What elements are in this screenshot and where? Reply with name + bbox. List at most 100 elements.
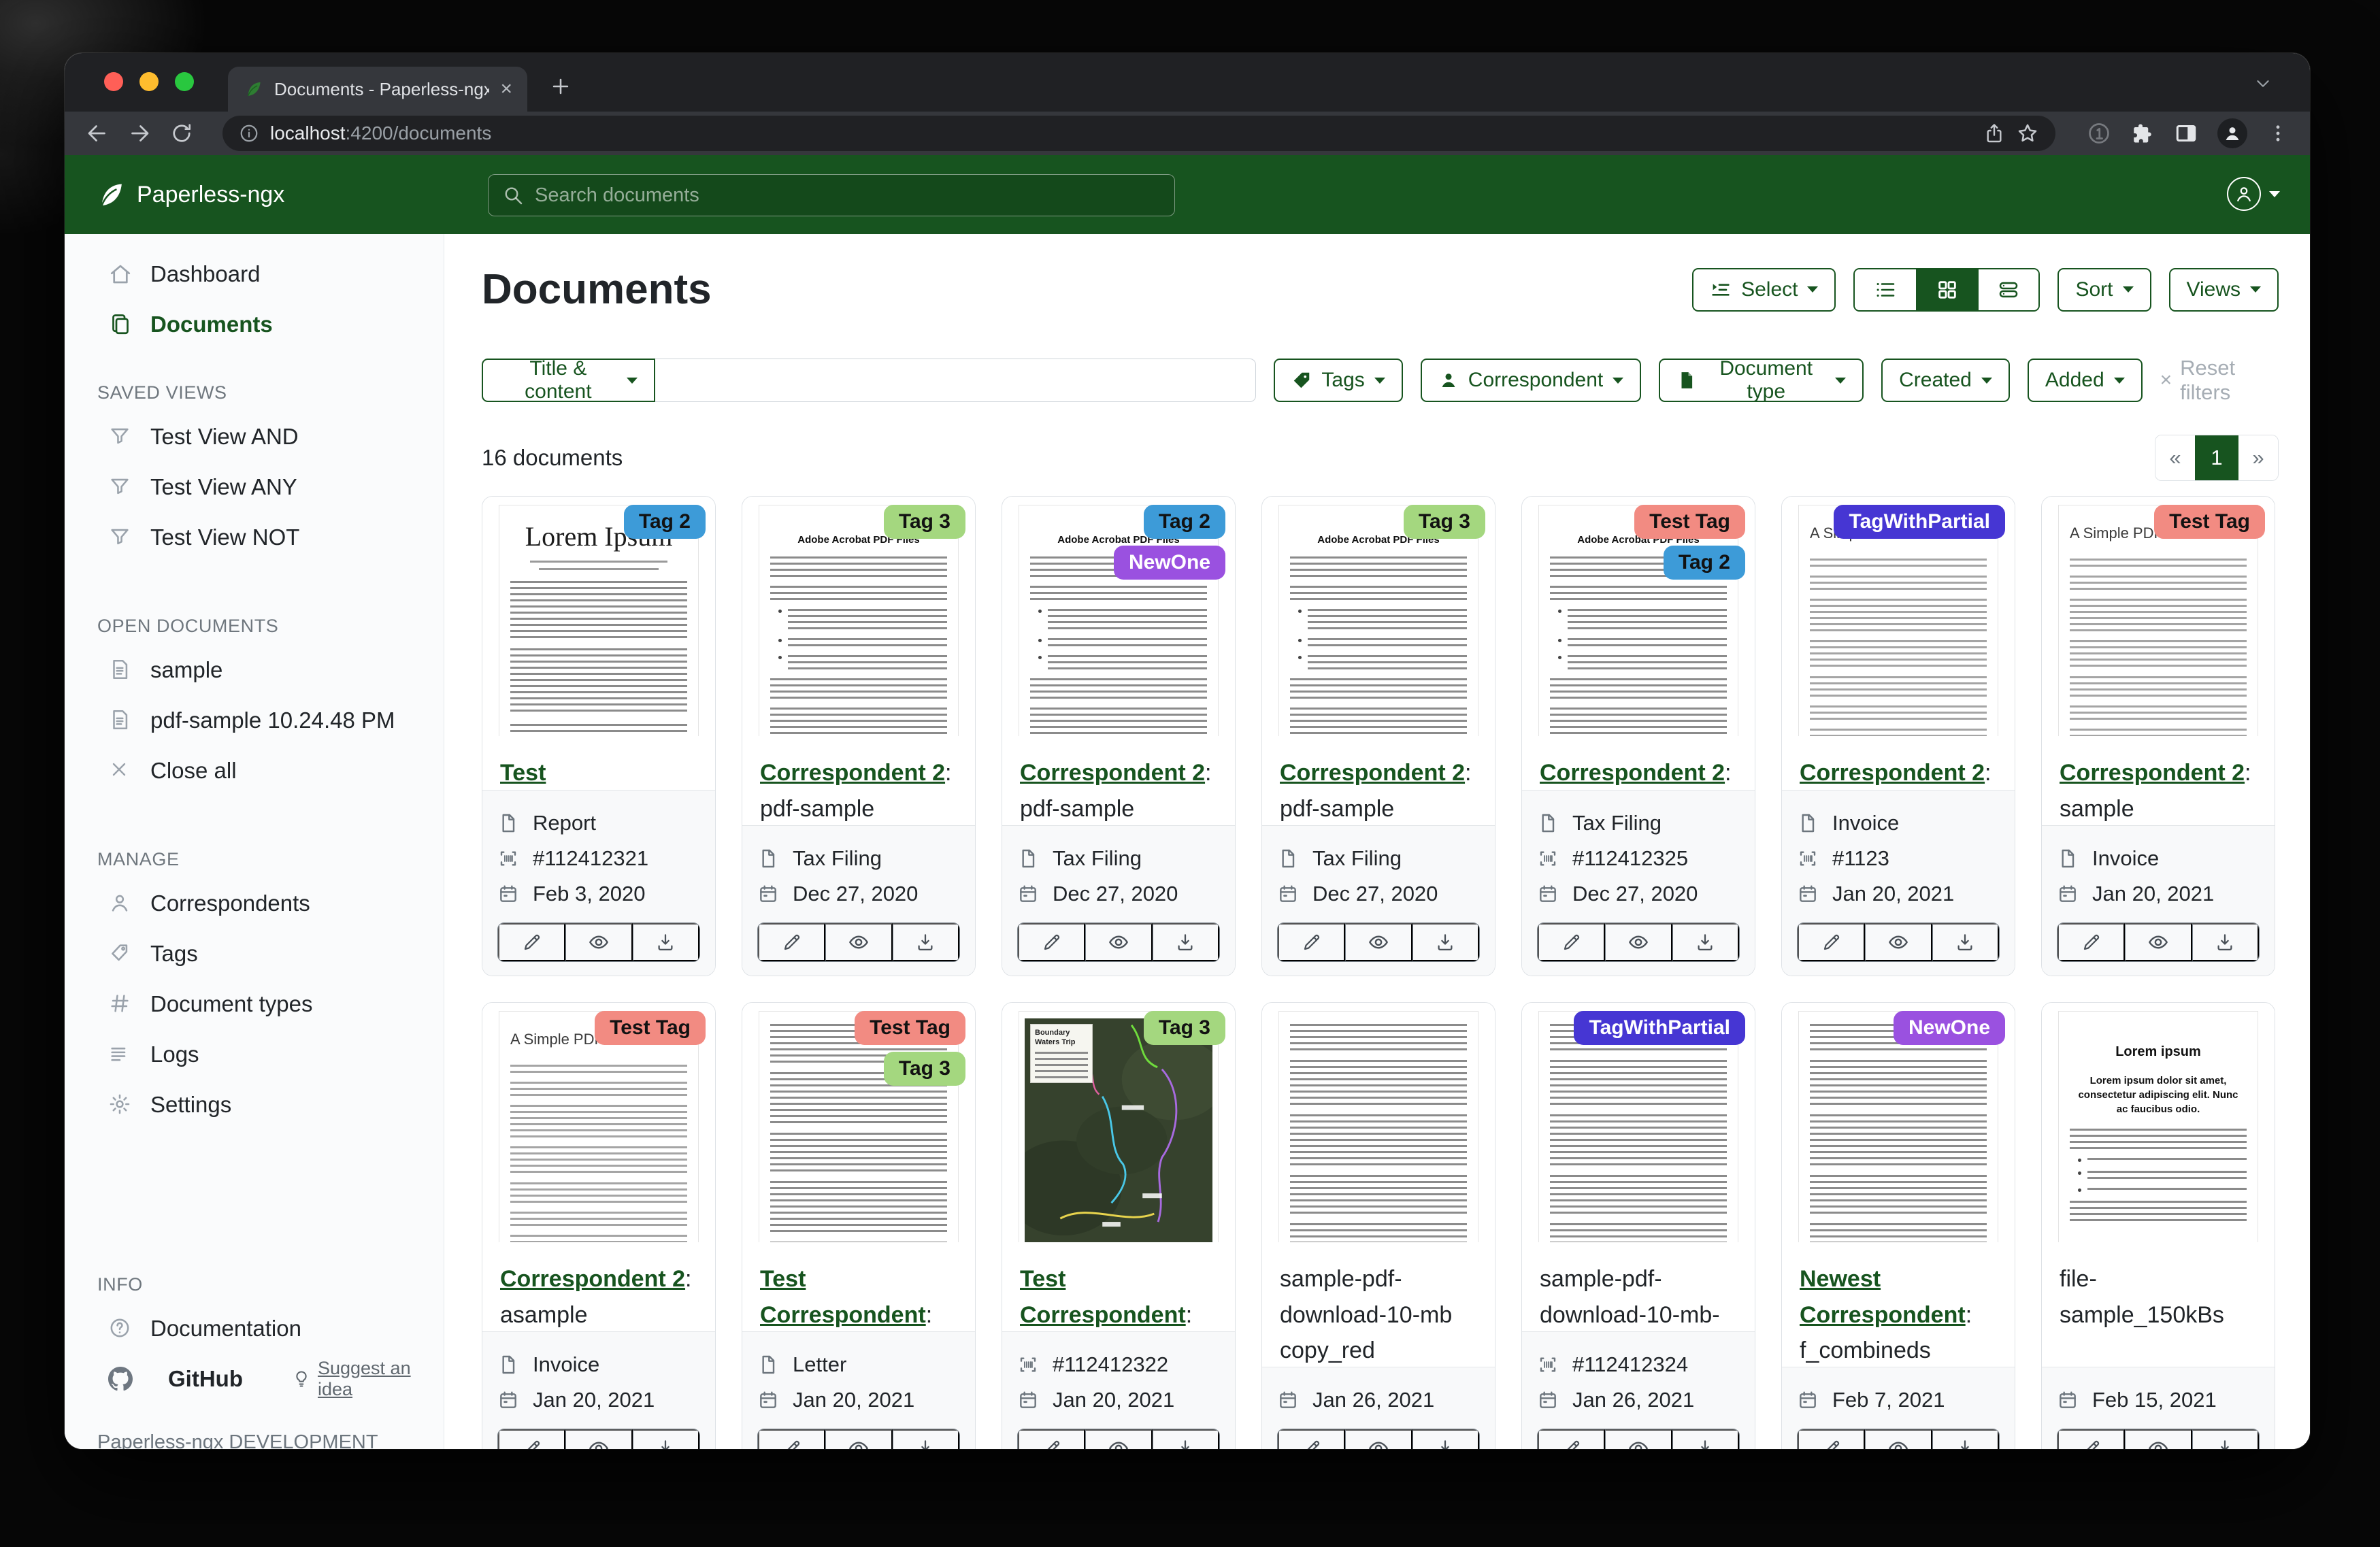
reset-filters-link[interactable]: × Reset filters <box>2160 356 2279 405</box>
document-thumbnail[interactable]: A Simple PDF FileTagWithPartial <box>1782 497 2015 736</box>
sidebar-item-test-view-not[interactable]: Test View NOT <box>65 512 444 563</box>
sidebar-item-tags[interactable]: Tags <box>65 929 444 979</box>
tag-badge[interactable]: Test Tag <box>2154 505 2265 539</box>
side-panel-icon[interactable] <box>2174 121 2198 146</box>
document-thumbnail[interactable]: Adobe Acrobat PDF FilesTag 3 <box>1262 497 1495 736</box>
browser-profile-avatar[interactable] <box>2217 118 2247 148</box>
tags-filter-button[interactable]: Tags <box>1274 359 1402 402</box>
sidebar-item-open-pdf-sample[interactable]: pdf-sample 10.24.48 PM <box>65 695 444 746</box>
sidebar-item-close-all[interactable]: Close all <box>65 746 444 796</box>
tag-badge[interactable]: NewOne <box>1114 546 1225 580</box>
edit-button[interactable] <box>1018 923 1085 961</box>
view-grid-button[interactable] <box>1916 269 1977 310</box>
close-window-button[interactable] <box>104 72 123 91</box>
tag-badge[interactable]: Tag 2 <box>624 505 706 539</box>
views-button[interactable]: Views <box>2169 268 2279 312</box>
sidebar-item-documents[interactable]: Documents <box>65 299 444 350</box>
document-thumbnail[interactable]: Adobe Acrobat PDF FilesTag 2NewOne <box>1002 497 1235 736</box>
sort-button[interactable]: Sort <box>2057 268 2151 312</box>
view-button[interactable] <box>1605 1429 1672 1449</box>
correspondent-link[interactable]: Newest Correspondent <box>1800 1266 1966 1328</box>
view-button[interactable] <box>1345 1429 1412 1449</box>
document-card[interactable]: Adobe Acrobat PDF FilesTest TagTag 2Corr… <box>1521 496 1755 976</box>
document-card[interactable]: sample-pdf-download-10-mb copy_redJan 26… <box>1261 1002 1495 1449</box>
document-thumbnail[interactable]: TagWithPartial <box>1522 1003 1755 1242</box>
tag-badge[interactable]: TagWithPartial <box>1834 505 2005 539</box>
created-filter-button[interactable]: Created <box>1881 359 2010 402</box>
edit-button[interactable] <box>758 923 825 961</box>
download-button[interactable] <box>893 923 959 961</box>
reload-icon[interactable] <box>169 121 194 146</box>
url-bar[interactable]: localhost:4200/documents <box>222 116 2055 151</box>
edit-button[interactable] <box>1278 1429 1345 1449</box>
edit-button[interactable] <box>1018 1429 1085 1449</box>
sidebar-item-github[interactable]: GitHub Suggest an idea <box>65 1354 444 1404</box>
view-button[interactable] <box>2125 1429 2192 1449</box>
document-card[interactable]: NewOneNewest Correspondent: f_combinedsF… <box>1781 1002 2015 1449</box>
correspondent-link[interactable]: Correspondent 2 <box>500 1266 685 1292</box>
download-button[interactable] <box>1672 923 1739 961</box>
document-thumbnail[interactable]: A Simple PDF FileTest Tag <box>2042 497 2275 736</box>
download-button[interactable] <box>1153 923 1219 961</box>
tag-badge[interactable]: Test Tag <box>855 1011 965 1045</box>
tag-badge[interactable]: Tag 3 <box>884 1052 965 1086</box>
correspondent-link[interactable]: Correspondent 2 <box>760 760 945 786</box>
edit-button[interactable] <box>498 923 565 961</box>
extensions-puzzle-icon[interactable] <box>2130 121 2155 146</box>
correspondent-link[interactable]: Correspondent 2 <box>1280 760 1465 786</box>
document-thumbnail[interactable]: Lorem ipsumLorem ipsum dolor sit amet, c… <box>2042 1003 2275 1242</box>
edit-button[interactable] <box>1798 1429 1865 1449</box>
tag-badge[interactable]: Test Tag <box>595 1011 706 1045</box>
extension-badge-icon[interactable] <box>2087 121 2111 146</box>
document-thumbnail[interactable]: Adobe Acrobat PDF FilesTest TagTag 2 <box>1522 497 1755 736</box>
tag-badge[interactable]: Tag 3 <box>884 505 965 539</box>
sidebar-item-test-view-and[interactable]: Test View AND <box>65 412 444 462</box>
document-thumbnail[interactable]: NewOne <box>1782 1003 2015 1242</box>
document-card[interactable]: A Simple PDF FileTagWithPartial Correspon… <box>1781 496 2015 976</box>
view-button[interactable] <box>1865 1429 1932 1449</box>
edit-button[interactable] <box>1798 923 1865 961</box>
document-card[interactable]: Lorem IpsumTag 2Test Correspondent: A Sa… <box>482 496 716 976</box>
site-info-icon[interactable] <box>239 123 259 144</box>
view-button[interactable] <box>2125 923 2192 961</box>
edit-button[interactable] <box>1538 1429 1605 1449</box>
filter-text-input[interactable] <box>655 359 1257 402</box>
download-button[interactable] <box>2192 1429 2259 1449</box>
sidebar-item-dashboard[interactable]: Dashboard <box>65 249 444 299</box>
sidebar-item-documentation[interactable]: Documentation <box>65 1303 444 1354</box>
share-icon[interactable] <box>1983 122 2005 144</box>
download-button[interactable] <box>893 1429 959 1449</box>
correspondent-link[interactable]: Correspondent 2 <box>1020 760 1205 786</box>
correspondent-link[interactable]: Correspondent 2 <box>1800 760 1985 786</box>
sidebar-item-correspondents[interactable]: Correspondents <box>65 878 444 929</box>
tag-badge[interactable]: Tag 2 <box>1144 505 1225 539</box>
minimize-window-button[interactable] <box>139 72 159 91</box>
app-brand[interactable]: Paperless-ngx <box>95 179 284 210</box>
tag-badge[interactable]: Tag 2 <box>1664 546 1745 580</box>
view-button[interactable] <box>565 923 632 961</box>
download-button[interactable] <box>2192 923 2259 961</box>
sidebar-item-logs[interactable]: Logs <box>65 1029 444 1080</box>
browser-menu-kebab-icon[interactable] <box>2266 122 2290 145</box>
download-button[interactable] <box>1672 1429 1739 1449</box>
document-card[interactable]: A Simple PDF FileTest TagCorrespondent 2… <box>482 1002 716 1449</box>
view-button[interactable] <box>1345 923 1412 961</box>
tab-close-icon[interactable]: × <box>500 79 512 99</box>
edit-button[interactable] <box>2057 1429 2125 1449</box>
view-button[interactable] <box>1085 923 1152 961</box>
document-card[interactable]: Boundary Waters TripTag 3Test Correspond… <box>1002 1002 1236 1449</box>
pagination-page-1[interactable]: 1 <box>2195 435 2238 480</box>
zoom-window-button[interactable] <box>175 72 194 91</box>
document-card[interactable]: Adobe Acrobat PDF FilesTag 3 Corresponden… <box>1261 496 1495 976</box>
pagination-next-button[interactable]: » <box>2238 435 2278 480</box>
user-menu[interactable] <box>2227 177 2280 211</box>
back-icon[interactable] <box>85 121 110 146</box>
tag-badge[interactable]: Tag 3 <box>1404 505 1485 539</box>
correspondent-link[interactable]: Test Correspondent <box>760 1266 926 1328</box>
sidebar-item-settings[interactable]: Settings <box>65 1080 444 1130</box>
download-button[interactable] <box>1932 923 1999 961</box>
document-thumbnail[interactable]: Boundary Waters TripTag 3 <box>1002 1003 1235 1242</box>
tab-search-chevron-icon[interactable] <box>2253 73 2273 94</box>
tag-badge[interactable]: TagWithPartial <box>1574 1011 1745 1045</box>
document-card[interactable]: Adobe Acrobat PDF FilesTag 2NewOneCorres… <box>1002 496 1236 976</box>
